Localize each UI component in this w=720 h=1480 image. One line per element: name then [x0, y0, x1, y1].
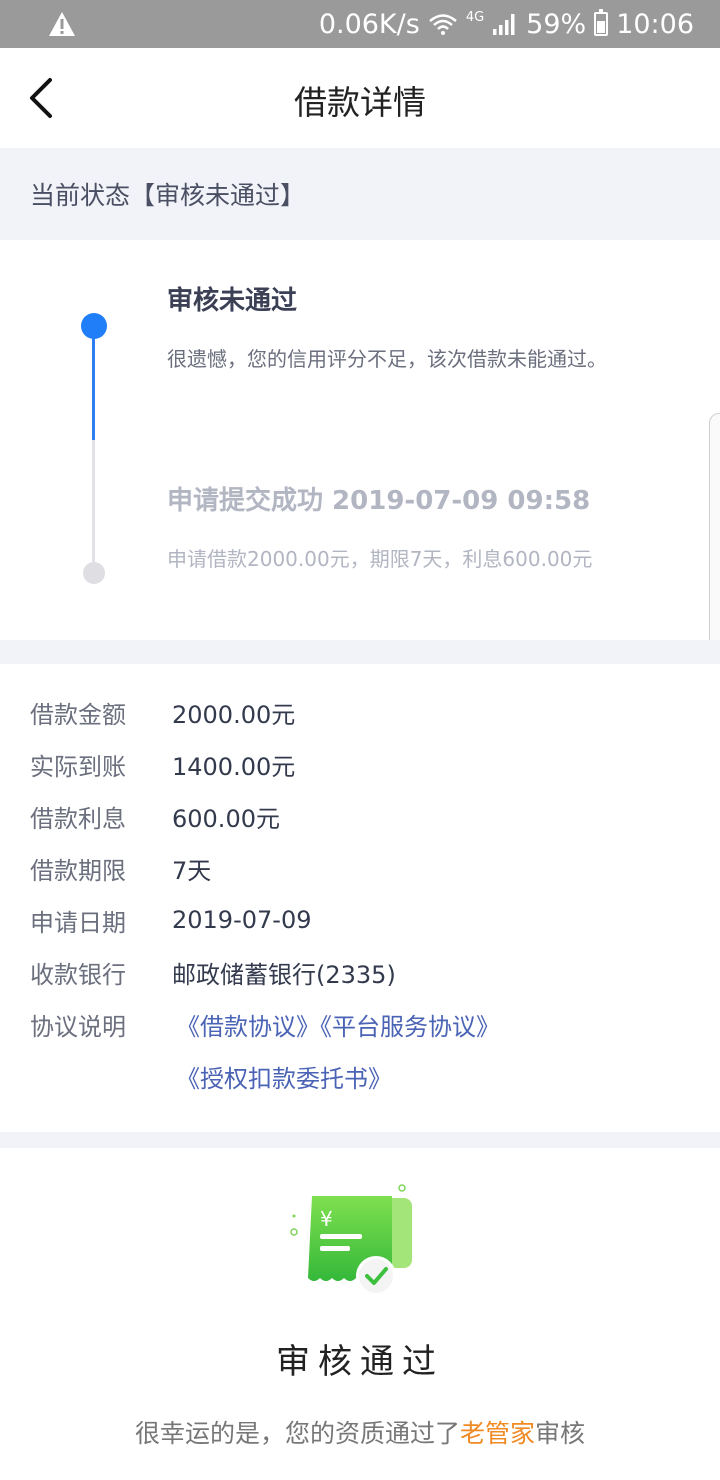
timeline-dot-inactive — [83, 562, 105, 584]
detail-value: 2019-07-09 — [172, 906, 312, 934]
detail-label: 申请日期 — [30, 908, 126, 937]
nav-bar: 借款详情 — [0, 48, 720, 148]
timeline-step-desc: 申请借款2000.00元，期限7天，利息600.00元 — [167, 547, 593, 571]
agreements-row-2: 《授权扣款委托书》 — [176, 1056, 392, 1096]
detail-row: 申请日期 2019-07-09 — [30, 900, 311, 940]
network-speed: 0.06K/s — [318, 8, 420, 40]
status-bar: 0.06K/s 4G 59% 10:06 — [0, 0, 720, 48]
clock: 10:06 — [616, 8, 694, 40]
receipt-check-icon: ¥ — [290, 1184, 412, 1296]
network-type: 4G — [465, 10, 485, 25]
platform-service-agreement-link[interactable]: 《平台服务协议》 — [320, 1013, 500, 1041]
section-divider — [0, 1132, 720, 1148]
current-status-bar: 当前状态【审核未通过】 — [0, 148, 720, 240]
loan-agreement-link[interactable]: 《借款协议》 — [176, 1013, 320, 1041]
signal-icon — [493, 14, 515, 35]
timeline-line-active — [92, 330, 95, 440]
detail-label: 实际到账 — [30, 752, 126, 781]
detail-label: 借款金额 — [30, 700, 126, 729]
detail-value: 2000.00元 — [172, 700, 296, 729]
status-timeline: 审核未通过 很遗憾，您的信用评分不足，该次借款未能通过。 申请提交成功 2019… — [0, 240, 720, 640]
battery-percent: 59% — [526, 8, 587, 40]
timeline-line-inactive — [92, 440, 95, 570]
detail-label: 协议说明 — [30, 1012, 126, 1041]
currency-symbol: ¥ — [320, 1207, 333, 1231]
detail-row: 借款金额 2000.00元 — [30, 692, 295, 732]
detail-row: 借款利息 600.00元 — [30, 796, 280, 836]
promo-title: 审核通过 — [276, 1342, 444, 1382]
detail-row: 实际到账 1400.00元 — [30, 744, 295, 784]
detail-value: 邮政储蓄银行(2335) — [172, 960, 396, 989]
detail-row: 借款期限 7天 — [30, 848, 211, 888]
detail-row: 收款银行 邮政储蓄银行(2335) — [30, 952, 396, 992]
detail-value: 600.00元 — [172, 804, 280, 833]
debit-authorization-link[interactable]: 《授权扣款委托书》 — [176, 1059, 392, 1094]
wifi-icon — [429, 14, 457, 35]
timeline-dot-active — [81, 313, 107, 339]
promo-subtitle-text-end: 审核 — [535, 1419, 586, 1448]
approval-promo: ¥ 审核通过 很幸运的是，您的资质通过了老管家审核 — [0, 1148, 720, 1480]
section-divider — [0, 640, 720, 664]
detail-value: 7天 — [172, 856, 212, 885]
timeline-step-title: 审核未通过 — [167, 286, 298, 316]
detail-label: 收款银行 — [30, 960, 126, 989]
loan-details: 借款金额 2000.00元 实际到账 1400.00元 借款利息 600.00元… — [0, 664, 720, 1132]
page-title: 借款详情 — [294, 83, 426, 122]
detail-label: 借款利息 — [30, 804, 126, 833]
timeline-step-title: 申请提交成功 2019-07-09 09:58 — [167, 486, 591, 516]
detail-value: 1400.00元 — [172, 752, 296, 781]
current-status-text: 当前状态【审核未通过】 — [30, 181, 306, 210]
detail-label: 借款期限 — [30, 856, 126, 885]
timeline-step-desc: 很遗憾，您的信用评分不足，该次借款未能通过。 — [167, 347, 607, 371]
warning-icon — [49, 12, 75, 36]
promo-subtitle: 很幸运的是，您的资质通过了老管家审核 — [0, 1414, 720, 1450]
battery-icon — [594, 9, 609, 36]
promo-subtitle-text: 很幸运的是，您的资质通过了 — [134, 1419, 460, 1448]
agreements-row: 协议说明 《借款协议》《平台服务协议》 — [30, 1004, 500, 1044]
brand-highlight: 老管家 — [459, 1419, 535, 1448]
